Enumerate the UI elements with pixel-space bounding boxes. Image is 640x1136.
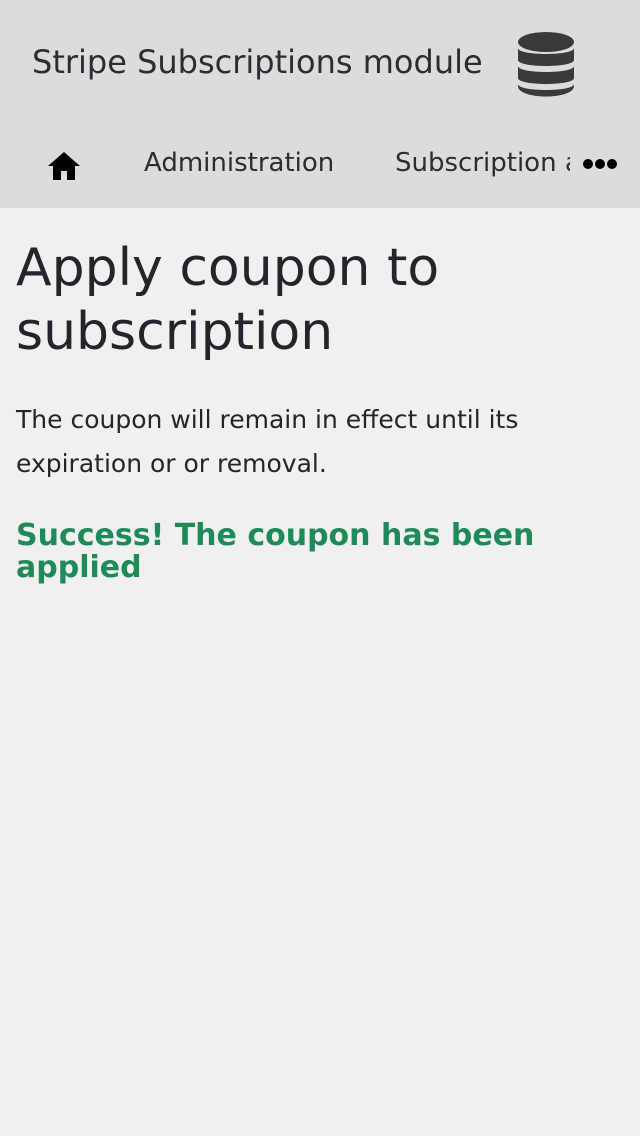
main-content: Apply coupon to subscription The coupon …: [16, 236, 616, 584]
success-message: Success! The coupon has been applied: [16, 518, 535, 585]
database-icon: [518, 32, 574, 97]
app-header: Stripe Subscriptions module Administrati…: [0, 0, 640, 208]
description-text: The coupon will remain in effect until i…: [16, 405, 519, 478]
nav-item-subscription[interactable]: Subscription a: [395, 148, 570, 178]
nav-item-administration[interactable]: Administration: [144, 144, 334, 182]
nav-item-subscription-wrap: Subscription a: [395, 144, 570, 182]
main-nav: Administration Subscription a: [0, 126, 640, 202]
home-icon[interactable]: [46, 148, 82, 184]
more-horizontal-icon[interactable]: [582, 156, 618, 172]
page-title: Apply coupon to subscription: [16, 238, 440, 362]
app-title: Stripe Subscriptions module: [32, 43, 483, 81]
